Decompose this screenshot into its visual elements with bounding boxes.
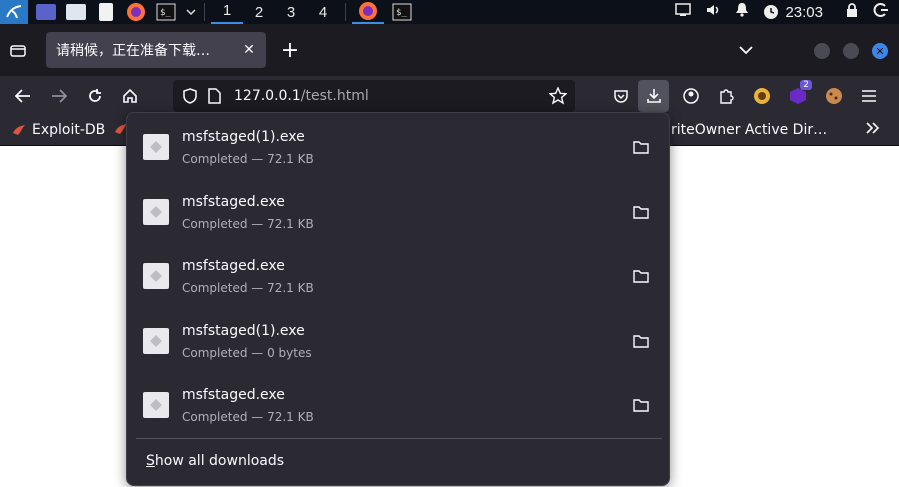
folder-icon[interactable] <box>633 204 651 219</box>
workspace-3[interactable]: 3 <box>275 4 307 21</box>
download-filename: msfstaged.exe <box>182 387 285 403</box>
download-item[interactable]: msfstaged.exe Completed — 72.1 KB <box>127 178 669 242</box>
tab-title: 请稍候，正在准备下载… <box>56 43 210 59</box>
file-icon <box>143 328 169 354</box>
logout-icon[interactable] <box>873 2 889 22</box>
file-icon <box>143 263 169 289</box>
download-filename: msfstaged(1).exe <box>182 129 305 145</box>
download-filename: msfstaged.exe <box>182 194 285 210</box>
taskbar-divider <box>345 3 346 21</box>
folder-icon[interactable] <box>633 333 651 348</box>
workspace-2[interactable]: 2 <box>243 4 275 21</box>
download-item[interactable]: msfstaged.exe Completed — 72.1 KB <box>127 242 669 306</box>
terminal-launcher-icon[interactable]: $_ <box>154 0 178 24</box>
text-editor-icon[interactable] <box>94 0 118 24</box>
folder-icon[interactable] <box>633 268 651 283</box>
download-status: Completed — 0 bytes <box>182 346 312 360</box>
kali-menu-icon[interactable] <box>0 0 28 24</box>
window-close-button[interactable]: ✕ <box>872 43 888 59</box>
system-tray: 23:03 <box>675 0 899 24</box>
url-bar[interactable]: 127.0.0.1/test.html <box>173 80 575 112</box>
panel-divider <box>136 438 662 439</box>
file-icon <box>143 134 169 160</box>
display-icon[interactable] <box>675 3 692 21</box>
shield-icon[interactable] <box>183 88 197 108</box>
account-icon[interactable] <box>679 84 703 108</box>
exploit-db-icon <box>13 125 25 135</box>
notifications-bell-icon[interactable] <box>735 2 749 22</box>
bookmark-exploit-db[interactable]: Exploit-DB <box>12 122 105 138</box>
launcher-dropdown-icon[interactable] <box>184 0 198 24</box>
desktop-icon[interactable] <box>34 0 58 24</box>
show-all-accesskey: S <box>146 453 155 469</box>
clock-time[interactable]: 23:03 <box>785 4 823 21</box>
download-status: Completed — 72.1 KB <box>182 217 314 231</box>
downloads-panel: msfstaged(1).exe Completed — 72.1 KB msf… <box>126 112 670 486</box>
system-taskbar: $_ 1 2 3 4 $_ 23:03 <box>0 0 899 24</box>
firefox-launcher-icon[interactable] <box>124 0 148 24</box>
firefox-view-icon[interactable] <box>6 38 30 62</box>
folder-icon[interactable] <box>633 139 651 154</box>
download-item[interactable]: msfstaged.exe Completed — 72.1 KB <box>127 371 669 435</box>
terminal-window-icon[interactable]: $_ <box>390 0 414 24</box>
reload-icon[interactable] <box>83 84 107 108</box>
show-all-label: how all downloads <box>154 453 285 469</box>
extension-badge-icon[interactable]: 2 <box>786 80 812 108</box>
active-tab[interactable]: 请稍候，正在准备下载… ✕ <box>46 32 266 68</box>
workspace-4[interactable]: 4 <box>307 4 339 21</box>
download-item[interactable]: msfstaged(1).exe Completed — 0 bytes <box>127 307 669 371</box>
browser-tab-strip: 请稍候，正在准备下载… ✕ + ✕ <box>0 24 899 76</box>
page-info-icon[interactable] <box>208 88 221 108</box>
app-menu-hamburger-icon[interactable] <box>857 84 881 108</box>
bookmark-label: Exploit-DB <box>32 122 106 138</box>
file-icon <box>143 199 169 225</box>
forward-arrow-icon[interactable] <box>47 84 71 108</box>
back-arrow-icon[interactable] <box>11 84 35 108</box>
bookmark-star-icon[interactable] <box>548 86 568 109</box>
download-filename: msfstaged(1).exe <box>182 323 305 339</box>
maximize-button[interactable] <box>843 43 859 59</box>
download-filename: msfstaged.exe <box>182 258 285 274</box>
file-manager-icon[interactable] <box>64 0 88 24</box>
close-icon[interactable]: ✕ <box>240 41 258 59</box>
downloads-button[interactable] <box>638 80 669 112</box>
lock-icon[interactable] <box>845 2 859 22</box>
minimize-button[interactable] <box>814 43 830 59</box>
show-all-downloads-button[interactable]: Show all downloads <box>146 453 284 469</box>
file-icon <box>143 392 169 418</box>
url-host: 127.0.0.1 <box>234 88 301 104</box>
folder-icon[interactable] <box>633 397 651 412</box>
navigation-toolbar: 127.0.0.1/test.html 2 <box>0 76 899 116</box>
bookmarks-overflow-chevron-icon[interactable] <box>865 120 885 140</box>
volume-icon[interactable] <box>705 3 721 21</box>
url-text[interactable]: 127.0.0.1/test.html <box>234 88 369 104</box>
cookie-extension-icon[interactable] <box>822 84 846 108</box>
firefox-window-icon[interactable] <box>352 0 384 24</box>
clock-icon: 23:03 <box>763 4 823 21</box>
download-status: Completed — 72.1 KB <box>182 410 314 424</box>
download-item[interactable]: msfstaged(1).exe Completed — 72.1 KB <box>127 113 669 177</box>
download-status: Completed — 72.1 KB <box>182 281 314 295</box>
pocket-icon[interactable] <box>609 84 633 108</box>
extension-sheriff-icon[interactable] <box>750 84 774 108</box>
svg-text:$_: $_ <box>160 8 171 18</box>
new-tab-button[interactable]: + <box>278 38 302 63</box>
taskbar-divider <box>204 3 205 21</box>
svg-text:$_: $_ <box>396 8 407 18</box>
download-arrow-icon <box>646 89 661 103</box>
download-status: Completed — 72.1 KB <box>182 152 314 166</box>
extensions-puzzle-icon[interactable] <box>714 84 738 108</box>
url-path: /test.html <box>300 88 369 104</box>
bookmark-writeowner[interactable]: riteOwner Active Dir… <box>671 122 827 138</box>
home-icon[interactable] <box>118 84 142 108</box>
workspace-1[interactable]: 1 <box>211 0 243 24</box>
list-all-tabs-chevron-down-icon[interactable] <box>736 40 756 60</box>
extension-badge-count: 2 <box>800 80 812 90</box>
